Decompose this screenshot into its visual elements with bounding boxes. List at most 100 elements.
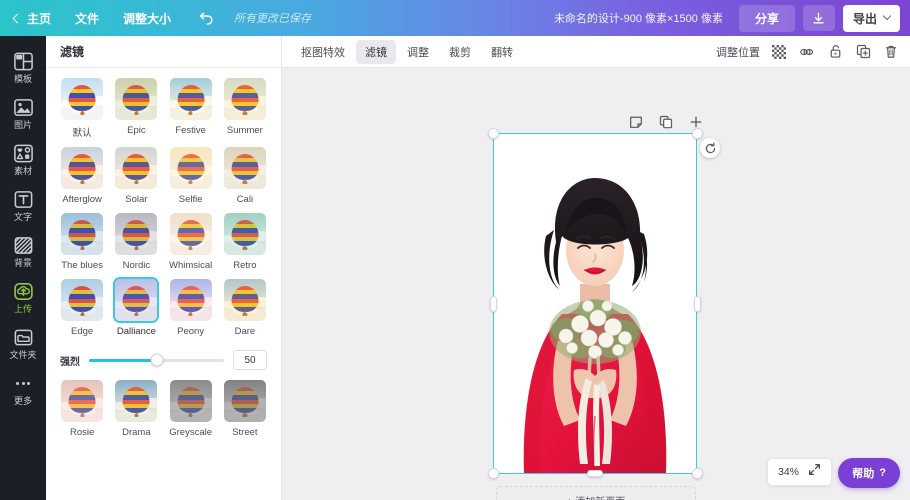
filter-item-whimsical[interactable]: Whimsical — [165, 211, 217, 275]
filter-label: Epic — [127, 125, 146, 136]
resize-handle-bottom-right[interactable] — [692, 468, 703, 479]
tab-cutout[interactable]: 抠图特效 — [292, 40, 354, 64]
tab-adjust[interactable]: 调整 — [398, 40, 438, 64]
download-button[interactable] — [802, 5, 835, 31]
filter-item-summer[interactable]: Summer — [219, 76, 271, 143]
resize-handle-left[interactable] — [490, 296, 497, 312]
trash-icon[interactable] — [882, 43, 900, 61]
resize-handle-top-right[interactable] — [692, 128, 703, 139]
copy-icon[interactable] — [658, 114, 674, 130]
filter-item-festive[interactable]: Festive — [165, 76, 217, 143]
intensity-slider[interactable] — [89, 353, 224, 367]
filter-label: Retro — [233, 260, 257, 271]
resize-handle-right[interactable] — [694, 296, 701, 312]
intensity-value[interactable]: 50 — [233, 350, 267, 370]
lock-icon[interactable] — [826, 43, 844, 61]
sidebar-item-folder[interactable]: 文件夹 — [0, 320, 46, 366]
sidebar-item-upload[interactable]: 上传 — [0, 274, 46, 320]
tab-flip[interactable]: 翻转 — [482, 40, 522, 64]
sidebar-item-label: 更多 — [13, 396, 32, 406]
filter-thumbnail — [113, 211, 159, 257]
filter-thumbnail — [168, 211, 214, 257]
download-icon — [813, 12, 825, 23]
rotate-handle[interactable] — [700, 138, 720, 158]
sidebar-item-label: 模板 — [13, 74, 32, 84]
tab-crop[interactable]: 裁剪 — [440, 40, 480, 64]
zoom-control[interactable]: 34% — [766, 458, 832, 486]
filter-thumbnail — [222, 277, 268, 323]
help-button[interactable]: 帮助 ? — [838, 458, 900, 488]
filter-item-dalliance[interactable]: Dalliance — [110, 277, 162, 341]
upload-cloud-icon — [13, 283, 33, 300]
filter-thumbnail — [59, 277, 105, 323]
filter-item-cali[interactable]: Cali — [219, 145, 271, 209]
elements-icon — [13, 144, 33, 163]
filter-item-peony[interactable]: Peony — [165, 277, 217, 341]
resize-handle-bottom-left[interactable] — [488, 468, 499, 479]
sidebar-item-background[interactable]: 背景 — [0, 228, 46, 274]
expand-arrows-icon[interactable] — [808, 463, 821, 481]
canvas-stage[interactable]: + 添加新页面 34% — [282, 68, 910, 500]
panel-title: 滤镜 — [46, 36, 281, 68]
top-bar-right-group: 未命名的设计-900 像素×1500 像素 分享 导出 — [554, 0, 910, 36]
sidebar-item-photos[interactable]: 图片 — [0, 90, 46, 136]
tab-filters[interactable]: 滤镜 — [356, 39, 396, 64]
filter-item-epic[interactable]: Epic — [110, 76, 162, 143]
file-label: 文件 — [75, 11, 100, 26]
filter-thumbnail — [222, 76, 268, 122]
filter-item-dare[interactable]: Dare — [219, 277, 271, 341]
add-page-button[interactable]: + 添加新页面 — [496, 486, 696, 500]
filter-label: The blues — [61, 260, 103, 271]
resize-handle-bottom[interactable] — [587, 470, 603, 477]
resize-handle-top-left[interactable] — [488, 128, 499, 139]
filter-thumbnail — [113, 378, 159, 424]
design-page[interactable] — [494, 134, 696, 473]
note-icon[interactable] — [628, 114, 644, 130]
filter-item-solar[interactable]: Solar — [110, 145, 162, 209]
filter-label: Whimsical — [168, 260, 213, 271]
intensity-label: 强烈 — [60, 356, 80, 368]
filter-item-drama[interactable]: Drama — [110, 378, 162, 442]
rotate-icon — [705, 142, 715, 153]
export-button[interactable]: 导出 — [842, 4, 900, 32]
filter-grid-top: 默认 Epic Festive Summer Afterglow Solar Selfie C… — [56, 76, 271, 341]
filter-label: Dare — [234, 326, 256, 337]
export-label: 导出 — [852, 11, 877, 26]
sidebar-item-more[interactable]: 更多 — [0, 366, 46, 412]
add-page-label: + 添加新页面 — [567, 493, 626, 500]
sidebar-item-templates[interactable]: 模板 — [0, 44, 46, 90]
resize-menu[interactable]: 调整大小 — [111, 0, 183, 36]
filter-item-selfie[interactable]: Selfie — [165, 145, 217, 209]
filter-label: 默认 — [72, 128, 92, 139]
filter-thumbnail — [168, 378, 214, 424]
filter-item-edge[interactable]: Edge — [56, 277, 108, 341]
document-title[interactable]: 未命名的设计-900 像素×1500 像素 — [554, 10, 723, 26]
filter-item-the-blues[interactable]: The blues — [56, 211, 108, 275]
home-button[interactable]: 主页 — [0, 0, 63, 36]
filter-item-retro[interactable]: Retro — [219, 211, 271, 275]
canvas-toolbar: 抠图特效 滤镜 调整 裁剪 翻转 调整位置 — [282, 36, 910, 68]
sidebar-item-label: 素材 — [13, 166, 32, 176]
filter-item-street[interactable]: Street — [219, 378, 271, 442]
filter-item-默认[interactable]: 默认 — [56, 76, 108, 143]
filter-item-rosie[interactable]: Rosie — [56, 378, 108, 442]
sidebar-item-text[interactable]: 文字 — [0, 182, 46, 228]
slider-knob[interactable] — [150, 353, 163, 367]
filter-item-afterglow[interactable]: Afterglow — [56, 145, 108, 209]
undo-button[interactable] — [183, 11, 228, 26]
filter-item-greyscale[interactable]: Greyscale — [165, 378, 217, 442]
duplicate-icon[interactable] — [854, 43, 872, 61]
share-button[interactable]: 分享 — [738, 4, 795, 32]
photo-svg — [494, 134, 696, 473]
adjust-position-button[interactable]: 调整位置 — [716, 44, 760, 60]
transparency-icon[interactable] — [770, 43, 788, 61]
sidebar-item-label: 背景 — [13, 258, 32, 268]
photo-image-woman-with-bouquet[interactable] — [494, 134, 696, 473]
filter-thumbnail — [113, 145, 159, 191]
link-icon[interactable] — [798, 43, 816, 61]
filter-item-nordic[interactable]: Nordic — [110, 211, 162, 275]
sidebar-item-label: 文件夹 — [9, 350, 37, 360]
sidebar-item-elements[interactable]: 素材 — [0, 136, 46, 182]
file-menu[interactable]: 文件 — [63, 0, 111, 36]
filter-thumbnail — [222, 378, 268, 424]
